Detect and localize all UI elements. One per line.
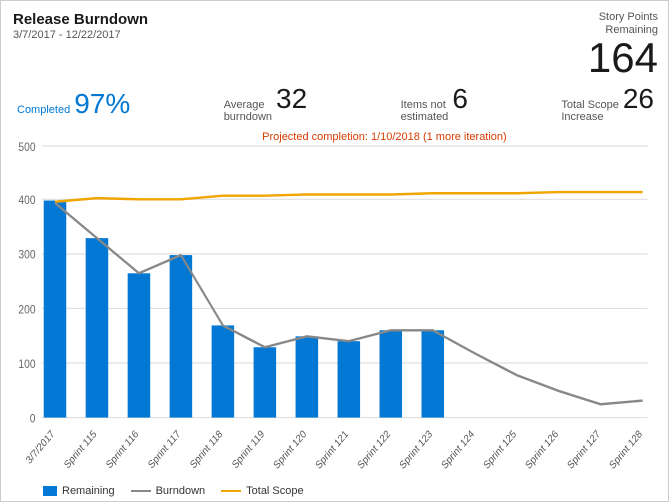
chart-area: Projected completion: 1/10/2018 (1 more … xyxy=(13,129,658,481)
svg-text:Sprint 125: Sprint 125 xyxy=(482,429,519,473)
chart-title: Release Burndown xyxy=(13,11,148,28)
date-range: 3/7/2017 - 12/22/2017 xyxy=(13,29,148,41)
svg-text:Sprint 115: Sprint 115 xyxy=(63,429,100,472)
bar-0 xyxy=(44,201,67,418)
story-points-section: Story PointsRemaining 164 xyxy=(588,11,658,79)
svg-text:0: 0 xyxy=(30,413,36,426)
burndown-chart: 500 400 300 200 100 0 xyxy=(13,129,658,481)
completed-value: 97% xyxy=(74,90,130,118)
total-scope-line xyxy=(55,192,643,202)
title-section: Release Burndown 3/7/2017 - 12/22/2017 xyxy=(13,11,148,41)
bar-3 xyxy=(170,255,193,417)
completed-metric: Completed 97% xyxy=(17,90,130,118)
svg-text:500: 500 xyxy=(18,141,35,154)
svg-text:100: 100 xyxy=(18,359,35,372)
svg-text:Sprint 121: Sprint 121 xyxy=(314,429,351,473)
svg-text:Sprint 120: Sprint 120 xyxy=(272,429,309,473)
scope-metric: Total ScopeIncrease 26 xyxy=(561,85,654,123)
bar-7 xyxy=(338,342,361,418)
legend-total-scope: Total Scope xyxy=(221,485,303,497)
not-estimated-metric: Items notestimated 6 xyxy=(401,85,468,123)
svg-text:Sprint 122: Sprint 122 xyxy=(356,429,393,473)
svg-text:Sprint 118: Sprint 118 xyxy=(189,429,226,472)
total-scope-label: Total Scope xyxy=(246,485,303,497)
completed-label: Completed xyxy=(17,104,70,116)
bar-1 xyxy=(86,239,109,418)
metrics-row: Completed 97% Averageburndown 32 Items n… xyxy=(13,85,658,123)
burndown-metric: Averageburndown 32 xyxy=(224,85,307,123)
remaining-color-box xyxy=(43,486,57,496)
svg-text:Sprint 117: Sprint 117 xyxy=(147,429,184,472)
svg-text:Sprint 123: Sprint 123 xyxy=(398,429,435,473)
svg-text:3/7/2017: 3/7/2017 xyxy=(25,429,58,468)
legend-burndown: Burndown xyxy=(131,485,206,497)
burndown-color-line xyxy=(131,490,151,492)
header: Release Burndown 3/7/2017 - 12/22/2017 S… xyxy=(13,11,658,79)
bar-6 xyxy=(296,337,319,418)
legend-remaining: Remaining xyxy=(43,485,115,497)
svg-text:Sprint 128: Sprint 128 xyxy=(608,429,645,473)
svg-text:200: 200 xyxy=(18,304,35,317)
svg-text:Sprint 119: Sprint 119 xyxy=(231,429,268,472)
remaining-label: Remaining xyxy=(62,485,115,497)
scope-label: Total ScopeIncrease xyxy=(561,99,618,123)
svg-text:Sprint 126: Sprint 126 xyxy=(524,429,561,473)
projected-completion-text: Projected completion: 1/10/2018 (1 more … xyxy=(262,131,507,143)
bar-9 xyxy=(422,331,445,418)
bar-8 xyxy=(380,331,403,418)
bar-4 xyxy=(212,326,235,418)
burndown-value: 32 xyxy=(276,85,307,113)
legend: Remaining Burndown Total Scope xyxy=(13,485,658,497)
svg-text:400: 400 xyxy=(18,195,35,208)
main-container: Release Burndown 3/7/2017 - 12/22/2017 S… xyxy=(1,1,669,503)
burndown-legend-label: Burndown xyxy=(156,485,206,497)
svg-text:Sprint 124: Sprint 124 xyxy=(440,429,477,473)
burndown-label: Averageburndown xyxy=(224,99,272,123)
svg-text:Sprint 116: Sprint 116 xyxy=(105,429,142,472)
bar-2 xyxy=(128,274,151,418)
svg-text:Sprint 127: Sprint 127 xyxy=(566,429,603,473)
story-points-value: 164 xyxy=(588,37,658,79)
bar-5 xyxy=(254,348,277,418)
not-estimated-value: 6 xyxy=(452,85,468,113)
scope-value: 26 xyxy=(623,85,654,113)
not-estimated-label: Items notestimated xyxy=(401,99,449,123)
svg-text:300: 300 xyxy=(18,249,35,262)
total-scope-color-line xyxy=(221,490,241,492)
